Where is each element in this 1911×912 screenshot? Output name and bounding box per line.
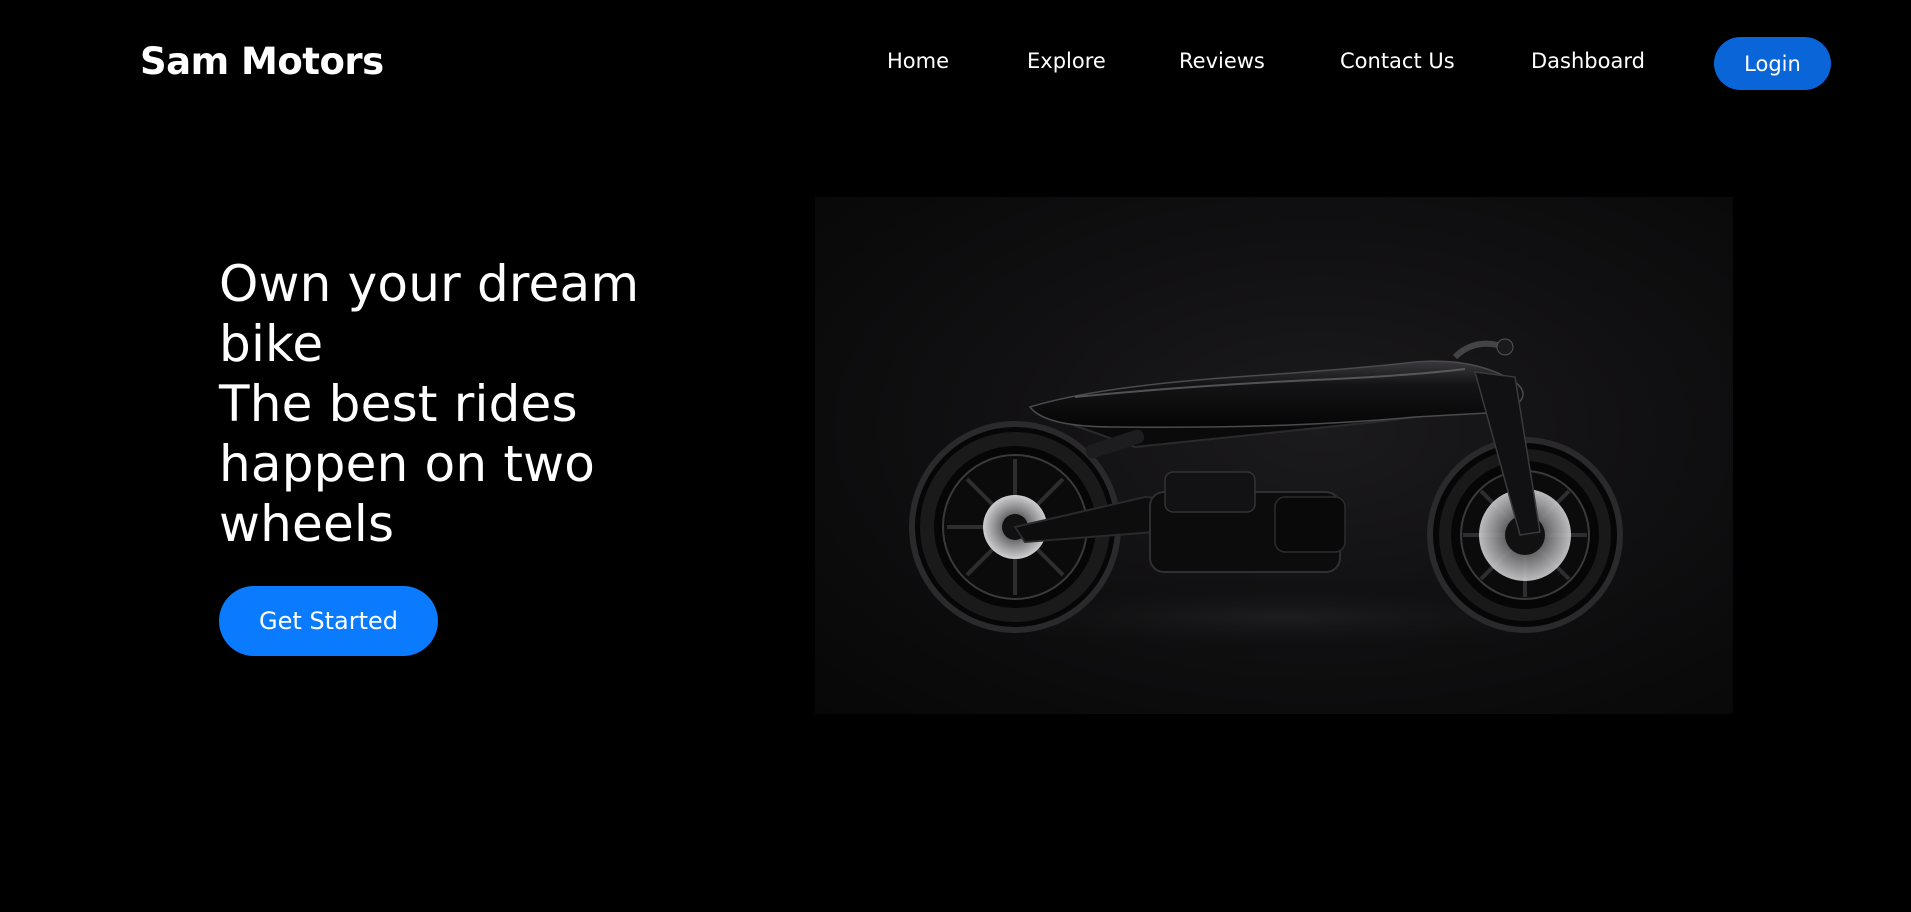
motorcycle-illustration [885, 338, 1685, 657]
hero-motorcycle-image [815, 197, 1733, 714]
get-started-button[interactable]: Get Started [219, 586, 438, 656]
login-button[interactable]: Login [1714, 37, 1831, 90]
nav-link-home[interactable]: Home [887, 49, 949, 73]
hero-text: Own your dream bike The best rides happe… [219, 254, 689, 554]
nav-link-dashboard[interactable]: Dashboard [1531, 49, 1645, 73]
hero-title-line: Own your dream [219, 255, 640, 313]
hero-title: Own your dream bike The best rides happe… [219, 254, 689, 554]
hero-title-line: happen on two [219, 435, 596, 493]
nav-link-reviews[interactable]: Reviews [1179, 49, 1265, 73]
brand-logo[interactable]: Sam Motors [140, 40, 384, 83]
nav-link-contact-us[interactable]: Contact Us [1340, 49, 1455, 73]
hero-title-line: wheels [219, 495, 395, 553]
landing-page: Sam Motors Home Explore Reviews Contact … [0, 0, 1911, 912]
hero-title-line: The best rides [219, 375, 578, 433]
nav-link-explore[interactable]: Explore [1027, 49, 1106, 73]
navbar: Sam Motors Home Explore Reviews Contact … [0, 0, 1911, 125]
hero-title-line: bike [219, 315, 324, 373]
